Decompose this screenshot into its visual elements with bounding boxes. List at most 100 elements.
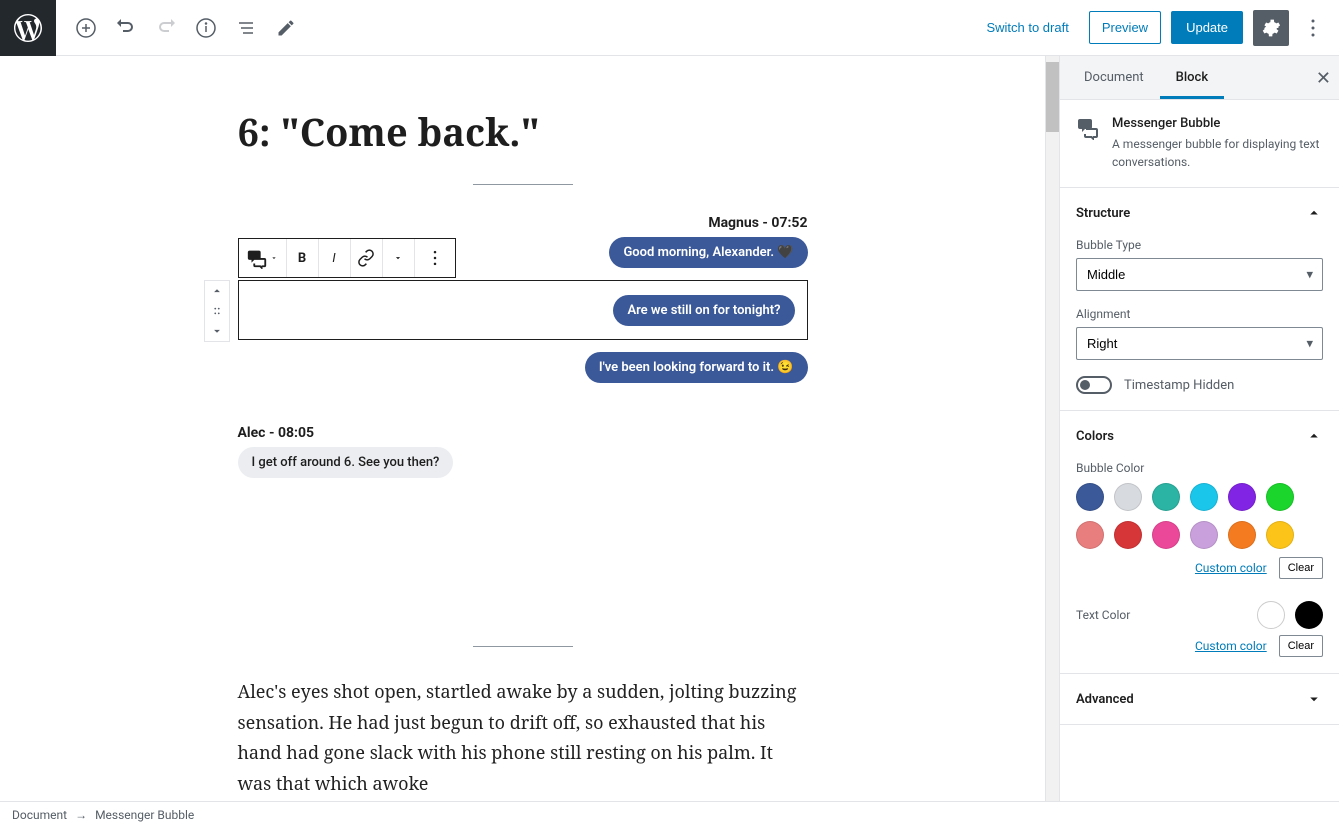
color-swatch[interactable] (1266, 521, 1294, 549)
message-bubble[interactable]: I've been looking forward to it. 😉 (585, 352, 808, 383)
close-icon: ✕ (1316, 68, 1331, 88)
color-swatch[interactable] (1228, 521, 1256, 549)
color-swatch[interactable] (1190, 521, 1218, 549)
preview-button[interactable]: Preview (1089, 11, 1161, 44)
color-swatch[interactable] (1228, 483, 1256, 511)
block-toolbar: B I (238, 238, 456, 278)
panel-structure: Structure Bubble Type Middle ▾ Alignment… (1060, 188, 1339, 411)
chevron-up-icon (210, 284, 224, 298)
redo-button[interactable] (148, 10, 184, 46)
update-button[interactable]: Update (1171, 11, 1243, 44)
switch-to-draft-button[interactable]: Switch to draft (976, 12, 1078, 43)
color-swatch[interactable] (1257, 601, 1285, 629)
top-toolbar: Switch to draft Preview Update (0, 0, 1339, 56)
drag-icon (210, 304, 224, 318)
block-type-icon (1076, 116, 1100, 140)
move-down-button[interactable] (205, 321, 229, 341)
panel-header-advanced[interactable]: Advanced (1060, 674, 1339, 724)
info-icon (194, 16, 218, 40)
chevron-down-icon (1305, 690, 1323, 708)
color-swatch[interactable] (1190, 483, 1218, 511)
undo-button[interactable] (108, 10, 144, 46)
color-swatch[interactable] (1295, 601, 1323, 629)
color-swatch[interactable] (1152, 483, 1180, 511)
divider (473, 646, 573, 647)
message-header-alec: Alec - 08:05 (238, 425, 808, 441)
panel-advanced: Advanced (1060, 674, 1339, 725)
more-options-button[interactable] (1299, 10, 1327, 46)
paragraph-block[interactable]: Alec's eyes shot open, startled awake by… (238, 677, 808, 799)
settings-toggle-button[interactable] (1253, 10, 1289, 46)
color-swatch[interactable] (1076, 483, 1104, 511)
outline-button[interactable] (228, 10, 264, 46)
chevron-up-icon (1305, 204, 1323, 222)
settings-sidebar: Document Block ✕ Messenger Bubble A mess… (1059, 56, 1339, 801)
breadcrumb-arrow: → (75, 808, 87, 822)
message-bubble[interactable]: Are we still on for tonight? (613, 295, 794, 326)
block-type-button[interactable] (239, 239, 287, 277)
link-button[interactable] (351, 239, 383, 277)
clear-bubble-color-button[interactable]: Clear (1279, 557, 1323, 579)
color-swatch[interactable] (1152, 521, 1180, 549)
edit-button[interactable] (268, 10, 304, 46)
panel-header-structure[interactable]: Structure (1060, 188, 1339, 238)
block-more-button[interactable] (415, 239, 455, 277)
breadcrumb-current[interactable]: Messenger Bubble (95, 808, 194, 822)
chevron-up-icon (1305, 427, 1323, 445)
scroll-gutter (1045, 56, 1059, 801)
custom-color-link[interactable]: Custom color (1195, 561, 1267, 575)
chevron-down-icon (270, 254, 278, 262)
divider (473, 184, 573, 185)
chevron-down-icon (393, 253, 403, 263)
plus-circle-icon (74, 16, 98, 40)
add-block-button[interactable] (68, 10, 104, 46)
color-swatch[interactable] (1266, 483, 1294, 511)
sidebar-tabs: Document Block ✕ (1060, 56, 1339, 100)
alignment-select[interactable]: Right (1076, 327, 1323, 360)
color-swatch[interactable] (1114, 521, 1142, 549)
toolbar-left-group (68, 10, 304, 46)
message-bubble[interactable]: Good morning, Alexander. 🖤 (609, 237, 807, 268)
bubble-type-label: Bubble Type (1076, 238, 1323, 252)
wp-logo[interactable] (0, 0, 56, 56)
selected-messenger-bubble-block[interactable]: Are we still on for tonight? (238, 280, 808, 340)
message-bubble[interactable]: I get off around 6. See you then? (238, 447, 454, 478)
scroll-thumb[interactable] (1046, 62, 1060, 132)
close-sidebar-button[interactable]: ✕ (1316, 68, 1331, 89)
breadcrumb-root[interactable]: Document (12, 808, 67, 822)
pencil-icon (276, 18, 296, 38)
bold-button[interactable]: B (287, 239, 319, 277)
color-swatch[interactable] (1114, 483, 1142, 511)
info-button[interactable] (188, 10, 224, 46)
bubble-row: I've been looking forward to it. 😉 (238, 352, 808, 383)
more-formatting-button[interactable] (383, 239, 415, 277)
link-icon (357, 249, 375, 267)
tab-document[interactable]: Document (1068, 56, 1160, 99)
clear-text-color-button[interactable]: Clear (1279, 635, 1323, 657)
undo-icon (114, 16, 138, 40)
panel-colors: Colors Bubble Color Custom color Clear T… (1060, 411, 1339, 674)
timestamp-hidden-toggle[interactable] (1076, 376, 1112, 394)
chevron-down-icon (210, 324, 224, 338)
italic-button[interactable]: I (319, 239, 351, 277)
bubble-type-select[interactable]: Middle (1076, 258, 1323, 291)
redo-icon (154, 16, 178, 40)
custom-text-color-link[interactable]: Custom color (1195, 639, 1267, 653)
alignment-label: Alignment (1076, 307, 1323, 321)
breadcrumb-bar: Document → Messenger Bubble (0, 801, 1339, 827)
panel-header-colors[interactable]: Colors (1060, 411, 1339, 461)
block-info: Messenger Bubble A messenger bubble for … (1060, 100, 1339, 188)
bubble-row: I get off around 6. See you then? (238, 447, 808, 478)
move-up-button[interactable] (205, 281, 229, 301)
color-swatch[interactable] (1076, 521, 1104, 549)
message-header-magnus: Magnus - 07:52 (238, 215, 808, 231)
vertical-dots-icon (1301, 16, 1325, 40)
vertical-dots-icon (425, 248, 445, 268)
editor-canvas[interactable]: 6: "Come back." Magnus - 07:52 Good morn… (0, 56, 1045, 801)
tab-block[interactable]: Block (1160, 56, 1224, 99)
drag-handle[interactable] (205, 301, 229, 321)
post-title[interactable]: 6: "Come back." (238, 106, 808, 158)
text-color-label: Text Color (1076, 608, 1130, 622)
bubble-color-swatches (1076, 483, 1323, 549)
selected-block-wrapper: B I Are we still on for tonight? (238, 280, 808, 340)
